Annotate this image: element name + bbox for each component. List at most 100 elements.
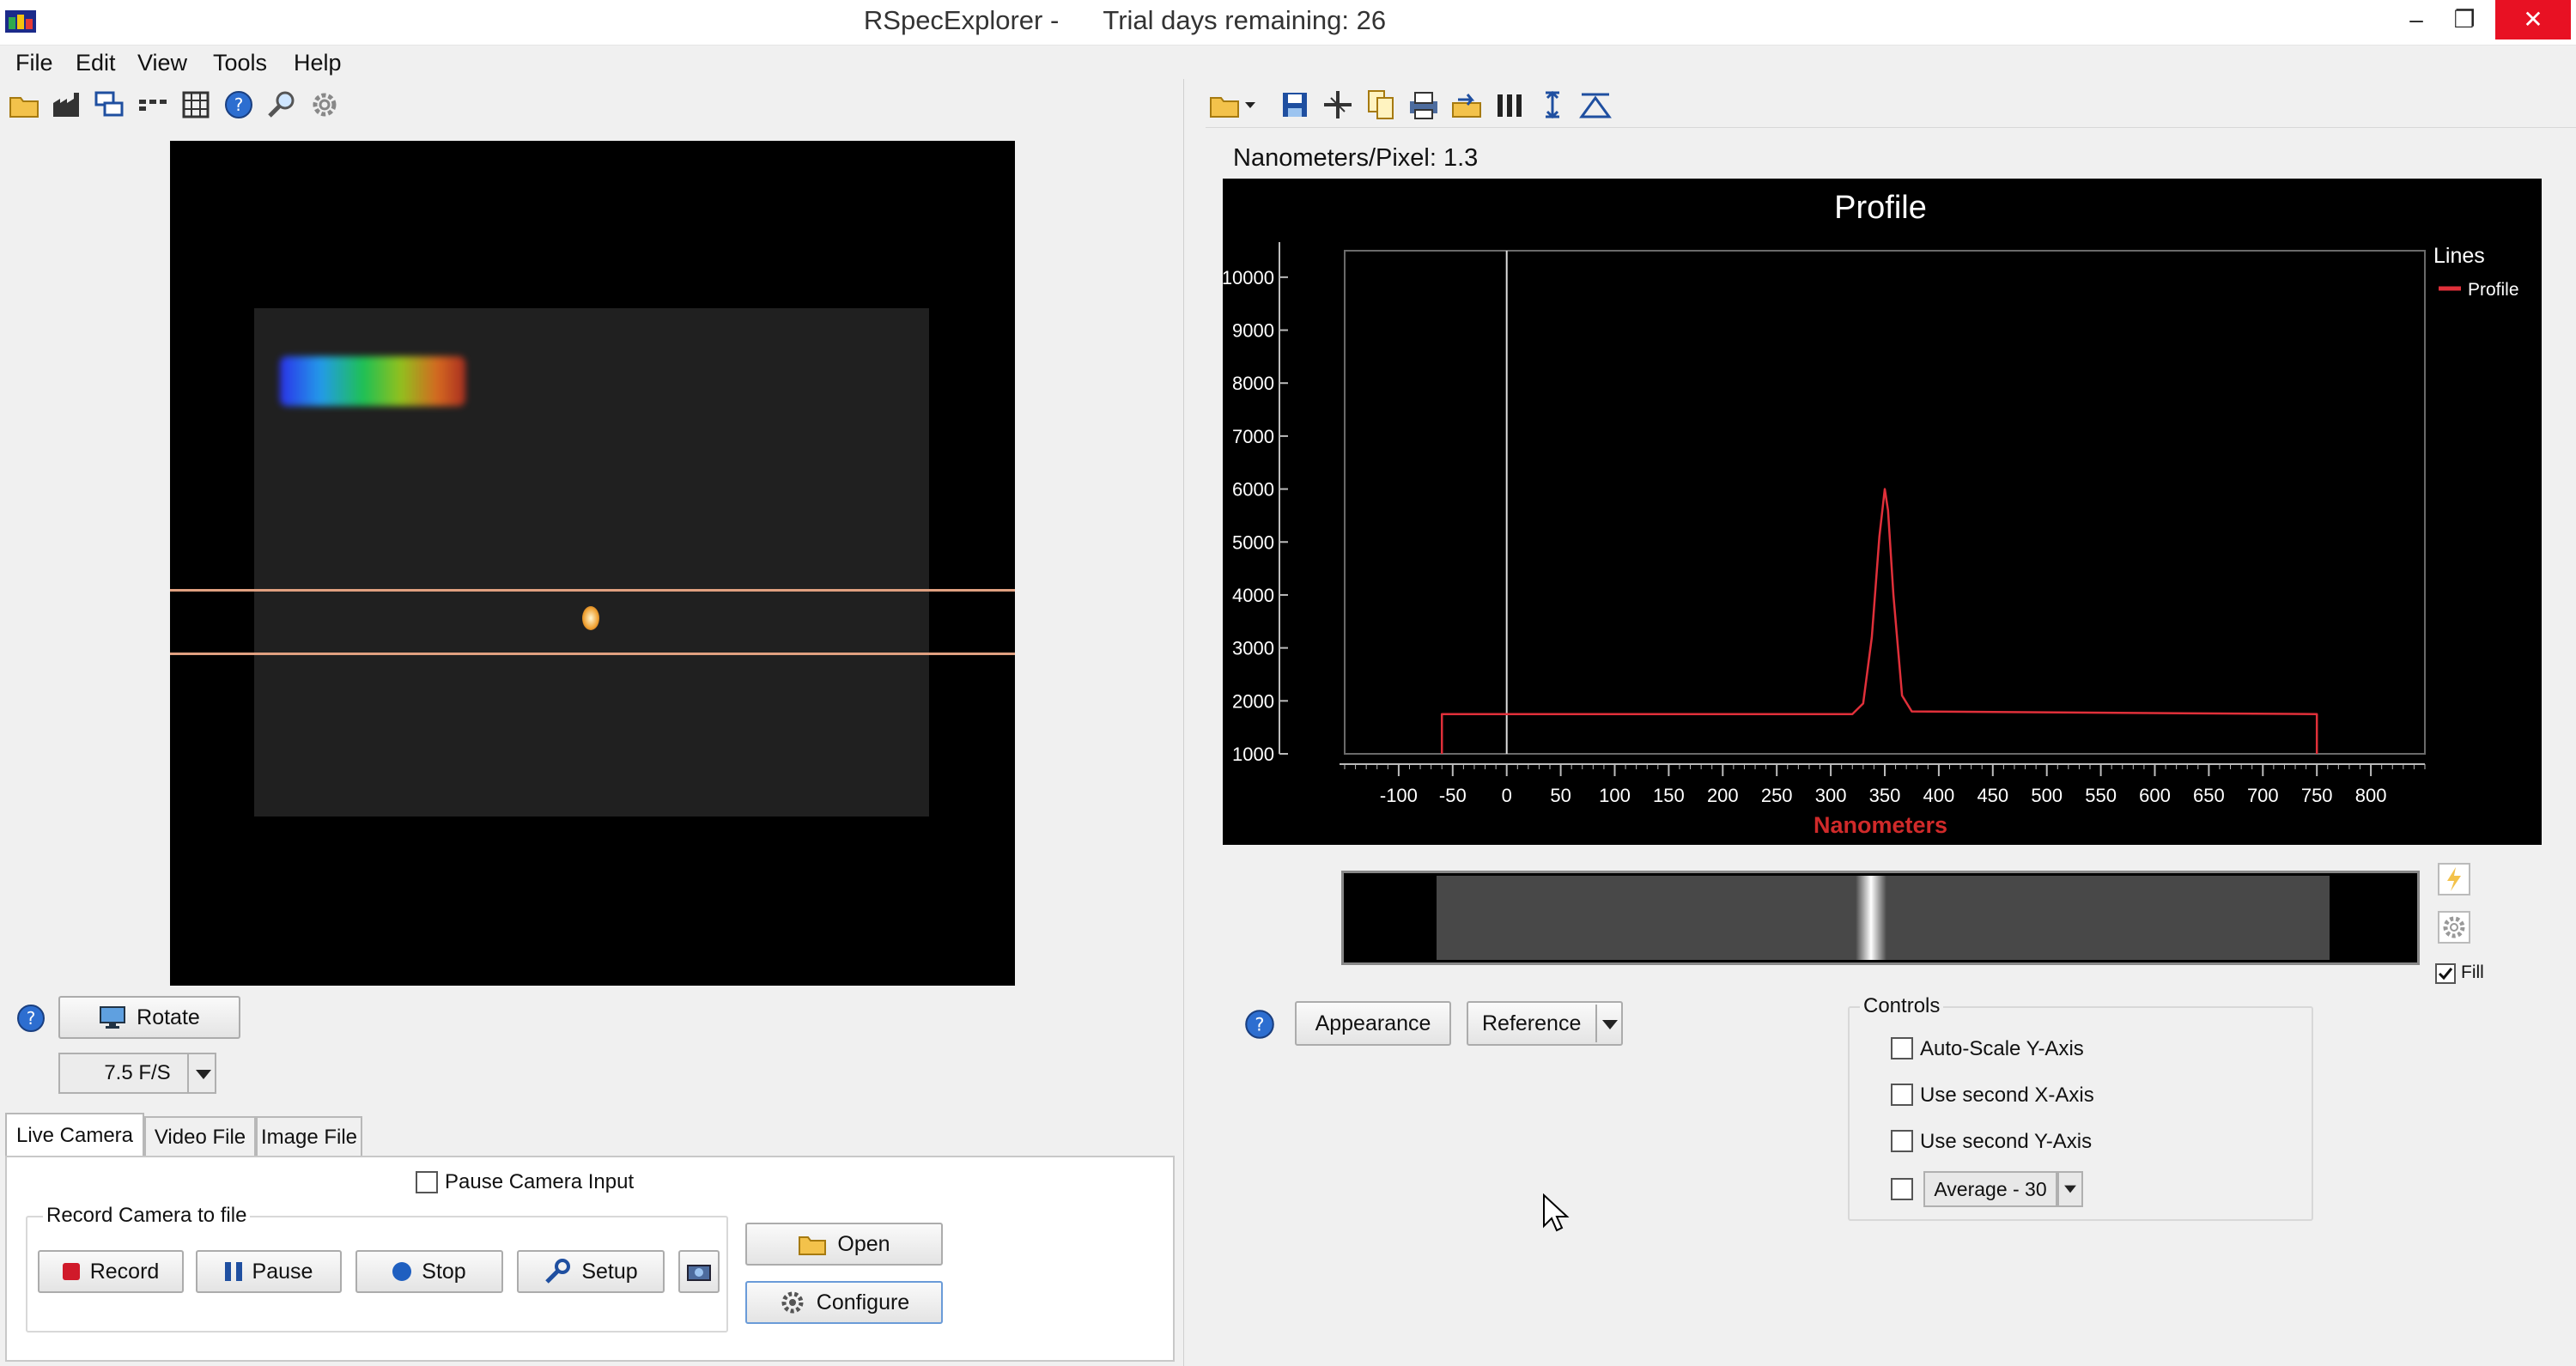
second-x-axis-checkbox[interactable] [1891, 1084, 1913, 1106]
setup-button[interactable]: Setup [517, 1250, 665, 1293]
snapshot-button[interactable] [678, 1250, 720, 1293]
mouse-cursor-icon [1543, 1193, 1570, 1232]
y-tick-label: 10000 [1223, 267, 1274, 288]
dashes-icon[interactable] [136, 88, 170, 122]
title-bar: RSpecExplorer - Trial days remaining: 26… [0, 0, 2576, 46]
peak-icon[interactable] [1578, 88, 1613, 122]
open-label: Open [837, 1231, 890, 1256]
x-tick-label: 400 [1923, 785, 1955, 806]
record-button[interactable]: Record [38, 1250, 184, 1293]
x-tick-label: 0 [1502, 785, 1512, 806]
fill-checkbox[interactable] [2435, 963, 2456, 984]
rotate-button[interactable]: Rotate [58, 996, 240, 1039]
fill-label: Fill [2461, 962, 2484, 982]
checkmark-icon [2438, 968, 2453, 980]
configure-button[interactable]: Configure [745, 1281, 943, 1324]
open-folder-icon[interactable] [7, 88, 41, 122]
pause-label: Pause [252, 1259, 313, 1284]
columns-icon[interactable] [1492, 88, 1527, 122]
stop-icon [392, 1262, 412, 1281]
crosshair-icon[interactable] [1321, 88, 1355, 122]
help-icon[interactable]: ? [1242, 1006, 1278, 1042]
menu-edit[interactable]: Edit [76, 50, 116, 76]
rotate-label: Rotate [137, 1005, 200, 1029]
average-select[interactable]: Average - 30 [1923, 1171, 2057, 1207]
pause-button[interactable]: Pause [196, 1250, 342, 1293]
maximize-button[interactable]: ❐ [2427, 0, 2502, 39]
roi-top-line[interactable] [170, 589, 1015, 592]
x-tick-label: 600 [2139, 785, 2171, 806]
x-tick-label: 650 [2193, 785, 2225, 806]
setup-label: Setup [581, 1259, 638, 1284]
svg-text:?: ? [1255, 1014, 1264, 1035]
menu-help[interactable]: Help [294, 50, 342, 76]
y-tick-label: 5000 [1232, 531, 1274, 553]
factory-icon[interactable] [50, 88, 84, 122]
vertical-range-icon[interactable] [1535, 88, 1570, 122]
lightning-icon[interactable] [2437, 862, 2471, 896]
second-y-axis-checkbox[interactable] [1891, 1130, 1913, 1152]
save-icon[interactable] [1278, 88, 1312, 122]
legend-entry: Profile [2468, 280, 2519, 300]
auto-scale-y-label: Auto-Scale Y-Axis [1920, 1037, 2084, 1060]
record-group-title: Record Camera to file [43, 1204, 251, 1228]
y-tick-label: 9000 [1232, 320, 1274, 342]
stop-button[interactable]: Stop [355, 1250, 503, 1293]
chevron-down-icon[interactable] [2057, 1171, 2083, 1207]
menu-file[interactable]: File [15, 50, 53, 76]
print-icon[interactable] [1406, 88, 1441, 122]
x-tick-label: 800 [2355, 785, 2387, 806]
x-tick-label: 200 [1707, 785, 1739, 806]
open-folder-icon [799, 1236, 827, 1255]
x-tick-label: 750 [2301, 785, 2333, 806]
roi-bottom-line[interactable] [170, 653, 1015, 655]
help-icon[interactable]: ? [222, 88, 256, 122]
help-icon[interactable]: ? [14, 1001, 48, 1035]
x-axis: -100 -50 0 50 100 150 200 250 300 350 400 450 500 550… [1340, 763, 2426, 806]
chevron-down-icon[interactable] [187, 1053, 218, 1094]
magnifier-icon[interactable] [264, 88, 299, 122]
settings-gear-icon[interactable] [307, 88, 342, 122]
copy-icon[interactable] [1364, 88, 1398, 122]
menu-tools[interactable]: Tools [213, 50, 267, 76]
wrench-icon [545, 1259, 571, 1284]
pause-camera-label: Pause Camera Input [445, 1170, 635, 1193]
tab-live-camera[interactable]: Live Camera [5, 1113, 144, 1157]
panel-splitter[interactable] [1183, 79, 1206, 1366]
x-tick-label: 300 [1815, 785, 1847, 806]
grid-icon[interactable] [179, 88, 213, 122]
gear-icon[interactable] [2437, 910, 2471, 944]
left-toolbar: ? [7, 88, 350, 125]
y-axis: 1000 2000 3000 4000 5000 6000 7000 8000 9000 1000… [1223, 242, 1288, 765]
close-button[interactable]: ✕ [2495, 0, 2571, 39]
average-checkbox[interactable] [1891, 1178, 1913, 1200]
spectrum-image [280, 356, 465, 406]
open-folder-icon[interactable] [1207, 88, 1242, 122]
x-tick-label: 150 [1653, 785, 1685, 806]
tab-video-file-label: Video File [154, 1126, 246, 1149]
chevron-down-icon[interactable] [1243, 98, 1257, 112]
y-tick-label: 3000 [1232, 638, 1274, 659]
appearance-button[interactable]: Appearance [1295, 1001, 1451, 1046]
tab-image-file-label: Image File [260, 1126, 358, 1149]
svg-text:?: ? [27, 1008, 36, 1029]
profile-chart[interactable]: Profile 10002000300040005000600070008000… [1223, 179, 2542, 845]
tab-video-file[interactable]: Video File [144, 1116, 256, 1157]
tab-image-file[interactable]: Image File [256, 1116, 362, 1157]
windows-icon[interactable] [93, 88, 127, 122]
spectrum-strip[interactable] [1341, 871, 2420, 965]
auto-scale-y-checkbox[interactable] [1891, 1037, 1913, 1059]
x-tick-label: 500 [2031, 785, 2063, 806]
chevron-down-icon[interactable] [1595, 1005, 1623, 1042]
y-tick-label: 8000 [1232, 373, 1274, 394]
nm-per-pixel-readout: Nanometers/Pixel: 1.3 [1233, 144, 1479, 172]
pause-icon [224, 1262, 242, 1281]
window-title: RSpecExplorer - Trial days remaining: 26 [863, 5, 1387, 35]
light-source-dot [582, 606, 599, 630]
export-icon[interactable] [1449, 88, 1484, 122]
second-x-axis-label: Use second X-Axis [1920, 1084, 2094, 1107]
menu-view[interactable]: View [137, 50, 187, 76]
open-button[interactable]: Open [745, 1223, 943, 1266]
pause-camera-checkbox[interactable] [416, 1171, 438, 1193]
x-tick-label: -100 [1380, 785, 1418, 806]
